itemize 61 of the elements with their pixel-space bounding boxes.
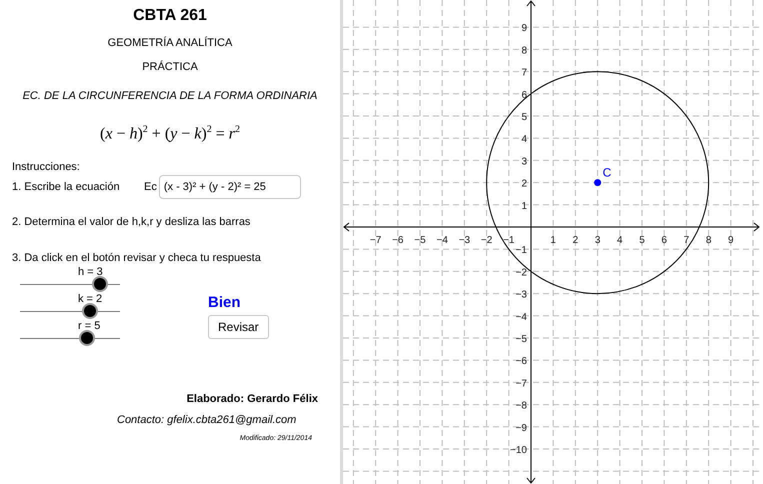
x-axis-tick-label: −7	[370, 235, 382, 246]
slider-track[interactable]	[20, 332, 120, 344]
slider-thumb[interactable]	[94, 278, 106, 290]
x-axis-tick-label: 7	[684, 235, 690, 246]
x-axis-tick-label: 8	[706, 235, 712, 246]
x-axis-tick-label: −1	[503, 235, 514, 246]
y-axis-tick-label: 5	[521, 112, 527, 123]
x-axis-tick-label: 3	[594, 235, 600, 246]
feedback-text: Bien	[208, 294, 241, 312]
instruction-text: 2. Determina el valor de h,k,r y desliza las barras	[12, 216, 252, 228]
y-axis-tick-label: −4	[516, 312, 527, 323]
y-axis-tick-label: 8	[521, 45, 527, 56]
y-axis-tick-label: 6	[521, 90, 527, 101]
y-axis-tick-label: 7	[521, 68, 527, 79]
author-text: Elaborado: Gerardo Félix	[186, 393, 318, 406]
field-label: Ec	[144, 181, 157, 194]
topic-heading: EC. DE LA CIRCUNFERENCIA DE LA FORMA ORDINARIA	[22, 90, 318, 102]
practice-heading: PRÁCTICA	[142, 61, 198, 73]
y-axis-tick-label: −3	[516, 290, 527, 301]
x-axis-tick-label: −5	[414, 235, 426, 246]
y-axis-tick-label: −7	[516, 378, 527, 390]
instruction-text: 3. Da click en el botón revisar y checa tu respuesta	[12, 252, 262, 264]
formula: (x − h)$^{2}$ + (y − k)$^{2}$ = r$^{2}$	[100, 124, 240, 144]
x-axis-tick-label: 9	[728, 235, 734, 246]
y-axis-tick-label: −1	[516, 245, 527, 256]
slider-thumb[interactable]	[81, 332, 93, 344]
instructions-heading: Instrucciones:	[12, 161, 81, 174]
y-axis-tick-label: −10	[510, 445, 527, 456]
x-axis-tick-label: 6	[661, 235, 667, 246]
y-axis-tick-label: −6	[516, 356, 527, 368]
x-axis-tick-label: 5	[639, 235, 645, 246]
check-button[interactable]: Revisar	[208, 315, 269, 340]
x-axis-tick-label: −6	[392, 235, 404, 246]
y-axis-tick-label: −9	[516, 422, 527, 434]
y-axis-tick-label: 3	[521, 156, 527, 168]
x-axis-tick-label: 2	[572, 235, 578, 246]
slider-label: r = 5	[78, 320, 100, 332]
y-axis-tick-label: 9	[521, 23, 527, 34]
y-axis-tick-label: −2	[516, 267, 527, 278]
slider-label: h = 3	[78, 266, 103, 278]
x-axis-tick-label: −3	[458, 235, 470, 246]
y-axis-tick-label: −5	[516, 334, 527, 345]
contact-text: Contacto: gfelix.cbta261@gmail.com	[117, 414, 298, 426]
x-axis-tick-label: 4	[617, 235, 623, 246]
instruction-text: 1. Escribe la ecuación	[12, 181, 121, 194]
y-axis-tick-label: 2	[521, 178, 527, 190]
x-axis-tick-label: 1	[550, 235, 556, 246]
y-axis-tick-label: −8	[516, 400, 527, 412]
x-axis-tick-label: −2	[480, 235, 492, 246]
equation-input-field[interactable]: (x - 3)² + (y - 2)² = 25	[158, 175, 301, 200]
title: CBTA 261	[133, 7, 207, 25]
point-label: C	[602, 166, 612, 180]
slider-track[interactable]	[20, 305, 120, 318]
y-axis-tick-label: 4	[521, 134, 527, 146]
slider-track[interactable]	[20, 278, 120, 290]
x-axis-tick-label: −4	[436, 235, 448, 246]
slider-label: k = 2	[78, 293, 102, 306]
center-point[interactable]	[594, 179, 602, 186]
subject-heading: GEOMETRÍA ANALÍTICA	[108, 37, 232, 49]
y-axis-tick-label: 1	[521, 200, 527, 212]
slider-thumb[interactable]	[84, 305, 96, 318]
